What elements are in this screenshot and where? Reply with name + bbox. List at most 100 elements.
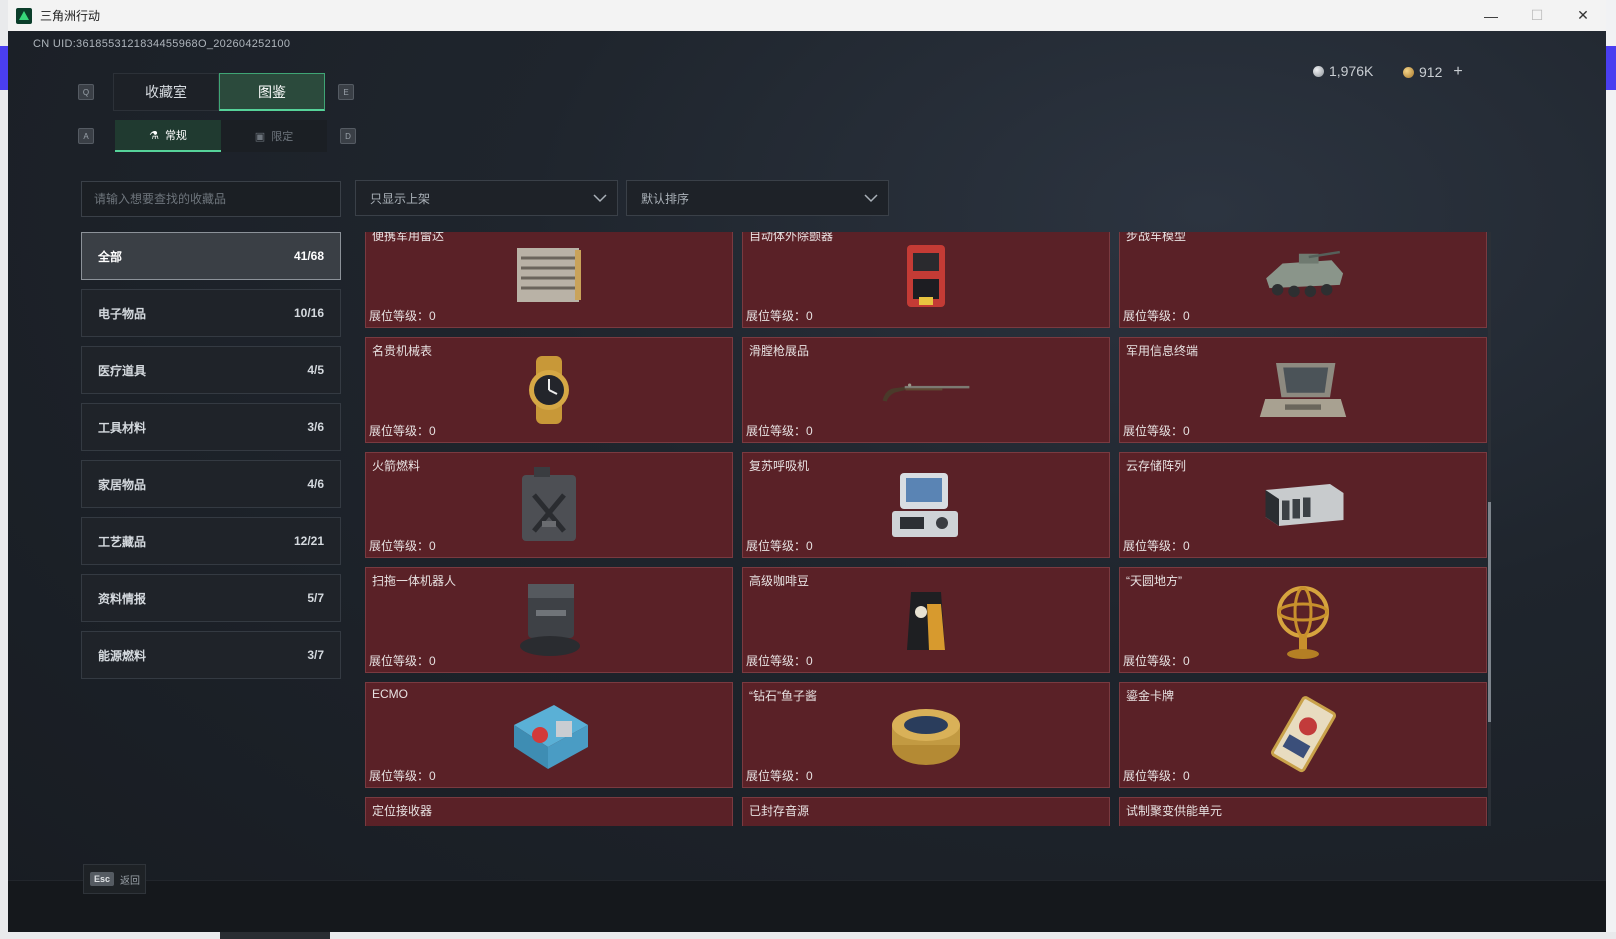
booth-level-value: 0 bbox=[806, 424, 813, 438]
item-name: 云存储阵列 bbox=[1126, 459, 1187, 473]
grid-scrollbar[interactable] bbox=[1488, 232, 1491, 826]
close-button[interactable]: ✕ bbox=[1560, 0, 1606, 31]
item-card[interactable]: 鎏金卡牌 展位等级：0 bbox=[1119, 682, 1487, 788]
chevron-down-icon bbox=[864, 194, 878, 203]
coffee-bag-icon bbox=[881, 584, 971, 656]
category-count: 3/7 bbox=[307, 648, 324, 662]
back-button[interactable]: Esc 返回 bbox=[83, 864, 146, 894]
category-label: 能源燃料 bbox=[98, 648, 147, 663]
desktop-accent-right bbox=[1606, 46, 1616, 90]
booth-level: 展位等级：0 bbox=[1123, 537, 1190, 554]
desktop-accent-left bbox=[0, 46, 8, 90]
item-card[interactable]: 滑膛枪展品 展位等级：0 bbox=[742, 337, 1110, 443]
category-label: 工艺藏品 bbox=[98, 534, 147, 549]
item-card[interactable]: 复苏呼吸机 展位等级：0 bbox=[742, 452, 1110, 558]
sub-tabs: ⚗ 常规 ▣ 限定 bbox=[115, 120, 327, 152]
tab-catalog[interactable]: 图鉴 bbox=[219, 73, 325, 111]
booth-level-value: 0 bbox=[806, 539, 813, 553]
booth-level: 展位等级：0 bbox=[369, 652, 436, 669]
esc-key-hint: Esc bbox=[90, 872, 115, 886]
item-card[interactable]: 扫拖一体机器人 展位等级：0 bbox=[365, 567, 733, 673]
receiver-icon bbox=[504, 814, 594, 826]
booth-level: 展位等级：0 bbox=[746, 652, 813, 669]
desktop-edge-right bbox=[1606, 0, 1616, 939]
watch-icon bbox=[504, 354, 594, 426]
category-household[interactable]: 家居物品 4/6 bbox=[81, 460, 341, 508]
category-count: 5/7 bbox=[307, 591, 324, 605]
item-card[interactable]: 定位接收器 bbox=[365, 797, 733, 826]
item-name: 定位接收器 bbox=[372, 804, 433, 818]
shelf-filter-dropdown[interactable]: 只显示上架 bbox=[355, 180, 618, 216]
booth-level-label: 展位等级： bbox=[369, 654, 430, 668]
tab-regular-label: 常规 bbox=[164, 130, 187, 142]
minimize-button[interactable]: — bbox=[1468, 0, 1514, 31]
window-controls: — ☐ ✕ bbox=[1468, 0, 1606, 31]
e-key-hint: E bbox=[338, 84, 354, 100]
item-card[interactable]: 试制聚变供能单元 bbox=[1119, 797, 1487, 826]
tab-limited[interactable]: ▣ 限定 bbox=[221, 120, 327, 152]
booth-level-value: 0 bbox=[1183, 654, 1190, 668]
item-card[interactable]: “天圆地方” 展位等级：0 bbox=[1119, 567, 1487, 673]
footer-bar bbox=[8, 880, 1606, 932]
booth-level: 展位等级：0 bbox=[1123, 652, 1190, 669]
category-all[interactable]: 全部 41/68 bbox=[81, 232, 341, 280]
booth-level: 展位等级：0 bbox=[1123, 307, 1190, 324]
sort-dropdown[interactable]: 默认排序 bbox=[626, 180, 889, 216]
desktop-edge-left bbox=[0, 0, 8, 939]
item-card[interactable]: 军用信息终端 展位等级：0 bbox=[1119, 337, 1487, 443]
category-count: 12/21 bbox=[293, 534, 324, 548]
item-card[interactable]: ECMO 展位等级：0 bbox=[365, 682, 733, 788]
gold-card-icon bbox=[1258, 696, 1348, 773]
add-currency-button[interactable]: + bbox=[1453, 63, 1462, 81]
item-card[interactable]: 步战车模型展位等级：0 bbox=[1119, 232, 1487, 328]
caviar-icon bbox=[881, 699, 971, 771]
item-card[interactable]: 名贵机械表 展位等级：0 bbox=[365, 337, 733, 443]
item-name: 扫拖一体机器人 bbox=[372, 574, 457, 588]
booth-level: 展位等级：0 bbox=[369, 537, 436, 554]
item-name: 军用信息终端 bbox=[1126, 344, 1199, 358]
booth-level-label: 展位等级： bbox=[1123, 309, 1184, 323]
booth-level-label: 展位等级： bbox=[369, 309, 430, 323]
category-crafts[interactable]: 工艺藏品 12/21 bbox=[81, 517, 341, 565]
ecmo-icon bbox=[504, 699, 594, 771]
booth-level-label: 展位等级： bbox=[746, 424, 807, 438]
item-name: 自动体外除颤器 bbox=[749, 232, 834, 243]
robot-vacuum-icon bbox=[504, 584, 594, 656]
chevron-down-icon bbox=[593, 194, 607, 203]
booth-level: 展位等级：0 bbox=[746, 767, 813, 784]
category-list: 全部 41/68 电子物品 10/16 医疗道具 4/5 工具材料 3/6 家居物品 4/… bbox=[81, 232, 341, 688]
item-card[interactable]: 自动体外除颤器 展位等级：0 bbox=[742, 232, 1110, 328]
item-card[interactable]: 高级咖啡豆 展位等级：0 bbox=[742, 567, 1110, 673]
booth-level-value: 0 bbox=[1183, 769, 1190, 783]
search-input[interactable] bbox=[81, 181, 341, 217]
storage-array-icon bbox=[1258, 469, 1348, 541]
grid-scroll-thumb[interactable] bbox=[1488, 502, 1491, 722]
item-card[interactable]: 火箭燃料 展位等级：0 bbox=[365, 452, 733, 558]
item-name: 步战车模型 bbox=[1126, 232, 1187, 243]
category-intel[interactable]: 资料情报 5/7 bbox=[81, 574, 341, 622]
item-card[interactable]: 已封存音源 bbox=[742, 797, 1110, 826]
radar-icon bbox=[504, 239, 594, 311]
booth-level: 展位等级：0 bbox=[1123, 767, 1190, 784]
booth-level: 展位等级：0 bbox=[369, 422, 436, 439]
booth-level-value: 0 bbox=[429, 769, 436, 783]
item-card[interactable]: “钻石”鱼子酱 展位等级：0 bbox=[742, 682, 1110, 788]
game-viewport: CN UID:3618553121834455968O_202604252100… bbox=[8, 31, 1606, 932]
tab-collection-room[interactable]: 收藏室 bbox=[113, 73, 219, 111]
sort-label: 默认排序 bbox=[641, 191, 690, 206]
armillary-icon bbox=[1258, 584, 1348, 659]
item-card[interactable]: 便携军用雷达 展位等级：0 bbox=[365, 232, 733, 328]
category-electronics[interactable]: 电子物品 10/16 bbox=[81, 289, 341, 337]
main-tabs: 收藏室 图鉴 bbox=[113, 73, 325, 111]
category-medical[interactable]: 医疗道具 4/5 bbox=[81, 346, 341, 394]
booth-level-value: 0 bbox=[429, 424, 436, 438]
fusion-unit-icon bbox=[1258, 814, 1348, 826]
back-label: 返回 bbox=[120, 875, 141, 887]
maximize-button[interactable]: ☐ bbox=[1514, 0, 1560, 31]
booth-level-value: 0 bbox=[806, 309, 813, 323]
item-card[interactable]: 云存储阵列展位等级：0 bbox=[1119, 452, 1487, 558]
musket-icon bbox=[881, 354, 971, 426]
category-tools[interactable]: 工具材料 3/6 bbox=[81, 403, 341, 451]
tab-regular[interactable]: ⚗ 常规 bbox=[115, 120, 221, 152]
category-energy[interactable]: 能源燃料 3/7 bbox=[81, 631, 341, 679]
